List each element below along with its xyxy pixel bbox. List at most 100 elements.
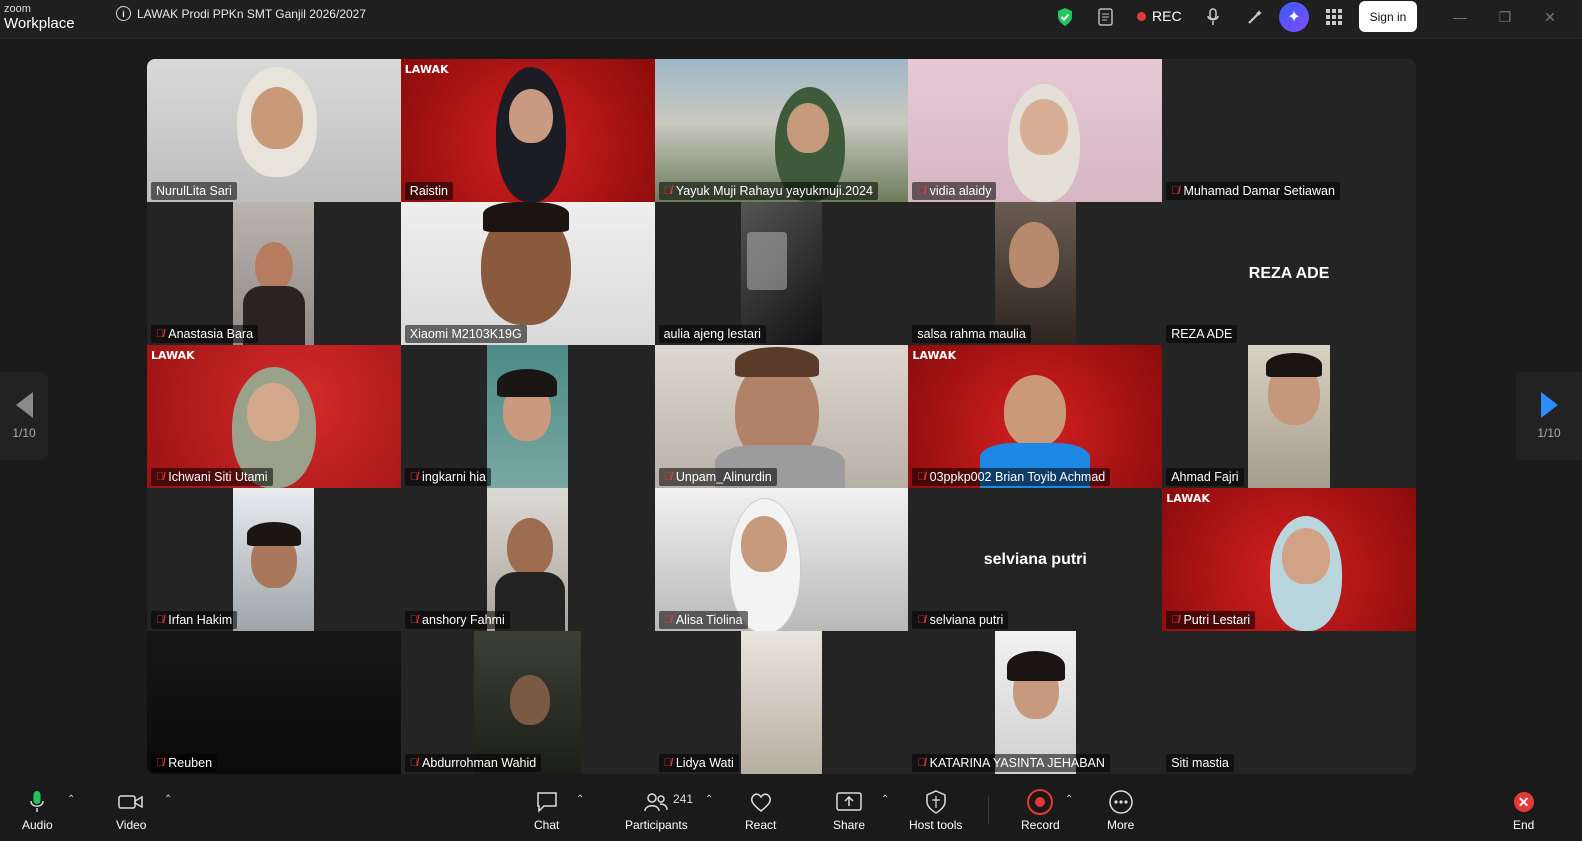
- participant-tile[interactable]: 🎙̸ Anastasia Bara: [147, 202, 401, 345]
- participant-tile[interactable]: 🎙̸ ingkarni hia: [400, 345, 655, 488]
- participant-tile[interactable]: 🎙̸ Abdurrohman Wahid: [400, 631, 655, 774]
- participant-tile[interactable]: 🎙̸ Muhamad Damar Setiawan: [1162, 59, 1416, 202]
- page-indicator-left: 1/10: [12, 426, 36, 440]
- participant-tile[interactable]: 🎙̸ Reuben: [147, 631, 401, 774]
- share-options-caret-icon[interactable]: ⌃: [881, 794, 889, 805]
- lawak-banner: LAWAK: [404, 63, 449, 76]
- audio-options-caret-icon[interactable]: ⌃: [67, 794, 75, 805]
- zoom-logo: zoom Workplace: [4, 3, 75, 32]
- video-options-caret-icon[interactable]: ⌃: [164, 794, 172, 805]
- participant-name-tag: 🎙̸ Unpam_Alinurdin: [658, 468, 777, 486]
- rec-dot-icon: [1137, 11, 1146, 21]
- participant-tile[interactable]: LAWAK 🎙̸ Putri Lestari: [1162, 488, 1416, 631]
- share-button[interactable]: Share: [833, 790, 865, 832]
- rec-label: REC: [1152, 8, 1182, 24]
- participant-tile-active-speaker[interactable]: LAWAK Raistin: [400, 59, 655, 202]
- participant-name-tag: 🎙̸ Reuben: [151, 754, 218, 772]
- participant-tile[interactable]: 🎙̸ Irfan Hakim: [147, 488, 401, 631]
- participant-tile[interactable]: Ahmad Fajri: [1162, 345, 1416, 488]
- ai-companion-button[interactable]: ✦: [1279, 2, 1309, 32]
- previous-page-button[interactable]: 1/10: [0, 372, 48, 460]
- notes-icon[interactable]: [1096, 7, 1116, 27]
- participant-tile[interactable]: 🎙̸ Yayuk Muji Rahayu yayukmuji.2024: [654, 59, 909, 202]
- maximize-icon[interactable]: ❐: [1494, 6, 1516, 28]
- more-button[interactable]: More: [1107, 790, 1134, 832]
- muted-mic-icon: 🎙̸: [917, 185, 926, 197]
- brand-small: zoom: [4, 3, 31, 15]
- participant-tile[interactable]: 🎙̸ vidia alaidy: [908, 59, 1163, 202]
- lawak-banner: LAWAK: [1166, 492, 1210, 505]
- participant-tile[interactable]: salsa rahma maulia: [908, 202, 1163, 345]
- video-feed: [487, 345, 569, 488]
- participant-name-tag: Xiaomi M2103K19G: [404, 325, 527, 343]
- muted-mic-icon: 🎙̸: [663, 185, 672, 197]
- video-feed: [994, 202, 1076, 345]
- audio-button[interactable]: Audio: [22, 790, 53, 832]
- participants-label: Participants: [625, 818, 688, 832]
- participants-options-caret-icon[interactable]: ⌃: [705, 794, 713, 805]
- more-label: More: [1107, 818, 1135, 832]
- end-meeting-button[interactable]: ✕ End: [1513, 790, 1534, 832]
- participant-display-name: selviana putri: [983, 550, 1087, 568]
- brand-big: Workplace: [4, 15, 75, 32]
- participant-name-tag: 🎙̸ Yayuk Muji Rahayu yayukmuji.2024: [658, 182, 878, 200]
- meeting-info-button[interactable]: i LAWAK Prodi PPKn SMT Ganjil 2026/2027: [116, 6, 366, 21]
- muted-mic-icon: 🎙̸: [917, 471, 926, 483]
- record-options-caret-icon[interactable]: ⌃: [1065, 794, 1073, 805]
- lawak-banner: LAWAK: [151, 349, 195, 362]
- share-screen-icon: [836, 790, 862, 814]
- minimize-icon[interactable]: —: [1449, 6, 1471, 28]
- apps-grid-icon[interactable]: [1324, 7, 1344, 27]
- video-feed: [740, 631, 823, 774]
- muted-mic-icon: 🎙̸: [156, 614, 165, 626]
- muted-mic-icon: 🎙̸: [1171, 614, 1180, 626]
- react-label: React: [745, 818, 777, 832]
- recording-indicator[interactable]: REC: [1137, 8, 1182, 24]
- participant-tile[interactable]: Xiaomi M2103K19G: [400, 202, 655, 345]
- video-feed: LAWAK: [400, 59, 655, 202]
- magic-wand-icon[interactable]: [1245, 7, 1265, 27]
- lawak-banner: LAWAK: [912, 349, 957, 362]
- sparkle-icon: ✦: [1287, 9, 1301, 26]
- participant-name-tag: 🎙̸ ingkarni hia: [404, 468, 491, 486]
- meeting-controls-toolbar: Audio ⌃ Video ⌃ Chat ⌃ Participants 241 …: [0, 782, 1582, 841]
- muted-mic-icon: 🎙̸: [156, 328, 165, 340]
- participant-tile[interactable]: aulia ajeng lestari: [654, 202, 909, 345]
- participant-tile[interactable]: LAWAK 🎙̸ 03ppkp002 Brian Toyib Achmad: [908, 345, 1163, 488]
- participant-name-tag: 🎙̸ KATARINA YASINTA JEHABAN: [912, 754, 1110, 772]
- participant-tile[interactable]: NurulLita Sari: [147, 59, 401, 202]
- react-button[interactable]: React: [745, 790, 776, 832]
- video-button[interactable]: Video: [116, 790, 146, 832]
- video-feed: [740, 202, 823, 345]
- video-feed: [147, 631, 401, 774]
- participant-tile[interactable]: 🎙̸ Lidya Wati: [654, 631, 909, 774]
- participant-name-tag: 🎙̸ 03ppkp002 Brian Toyib Achmad: [912, 468, 1111, 486]
- title-bar: zoom Workplace i LAWAK Prodi PPKn SMT Ga…: [0, 0, 1582, 39]
- participant-name-tag: 🎙̸ Muhamad Damar Setiawan: [1166, 182, 1340, 200]
- participant-tile[interactable]: 🎙̸ Alisa Tiolina: [654, 488, 909, 631]
- muted-mic-icon: 🎙̸: [156, 471, 165, 483]
- audio-settings-icon[interactable]: [1203, 7, 1223, 27]
- participant-tile[interactable]: 🎙̸ anshory Fahmi: [400, 488, 655, 631]
- chat-button[interactable]: Chat: [534, 790, 559, 832]
- participant-tile[interactable]: REZA ADE REZA ADE: [1162, 202, 1416, 345]
- video-feed: [654, 345, 909, 488]
- more-dots-icon: [1108, 790, 1133, 814]
- security-shield-icon[interactable]: [1055, 7, 1075, 27]
- participant-tile[interactable]: selviana putri 🎙̸ selviana putri: [908, 488, 1163, 631]
- next-page-button[interactable]: 1/10: [1516, 372, 1582, 460]
- sign-in-button[interactable]: Sign in: [1359, 1, 1417, 32]
- participant-tile[interactable]: LAWAK 🎙̸ Ichwani Siti Utami: [147, 345, 401, 488]
- chat-options-caret-icon[interactable]: ⌃: [576, 794, 584, 805]
- participant-tile[interactable]: Siti mastia: [1162, 631, 1416, 774]
- muted-mic-icon: 🎙̸: [409, 471, 419, 483]
- participant-name-tag: REZA ADE: [1166, 325, 1238, 343]
- meeting-title: LAWAK Prodi PPKn SMT Ganjil 2026/2027: [137, 6, 367, 21]
- toolbar-divider: [988, 796, 989, 824]
- close-icon[interactable]: ✕: [1539, 6, 1561, 28]
- participant-tile[interactable]: 🎙̸ KATARINA YASINTA JEHABAN: [908, 631, 1163, 774]
- participant-tile[interactable]: 🎙̸ Unpam_Alinurdin: [654, 345, 909, 488]
- host-tools-button[interactable]: Host tools: [909, 790, 962, 832]
- record-button[interactable]: Record: [1021, 789, 1060, 832]
- microphone-icon: [29, 790, 45, 814]
